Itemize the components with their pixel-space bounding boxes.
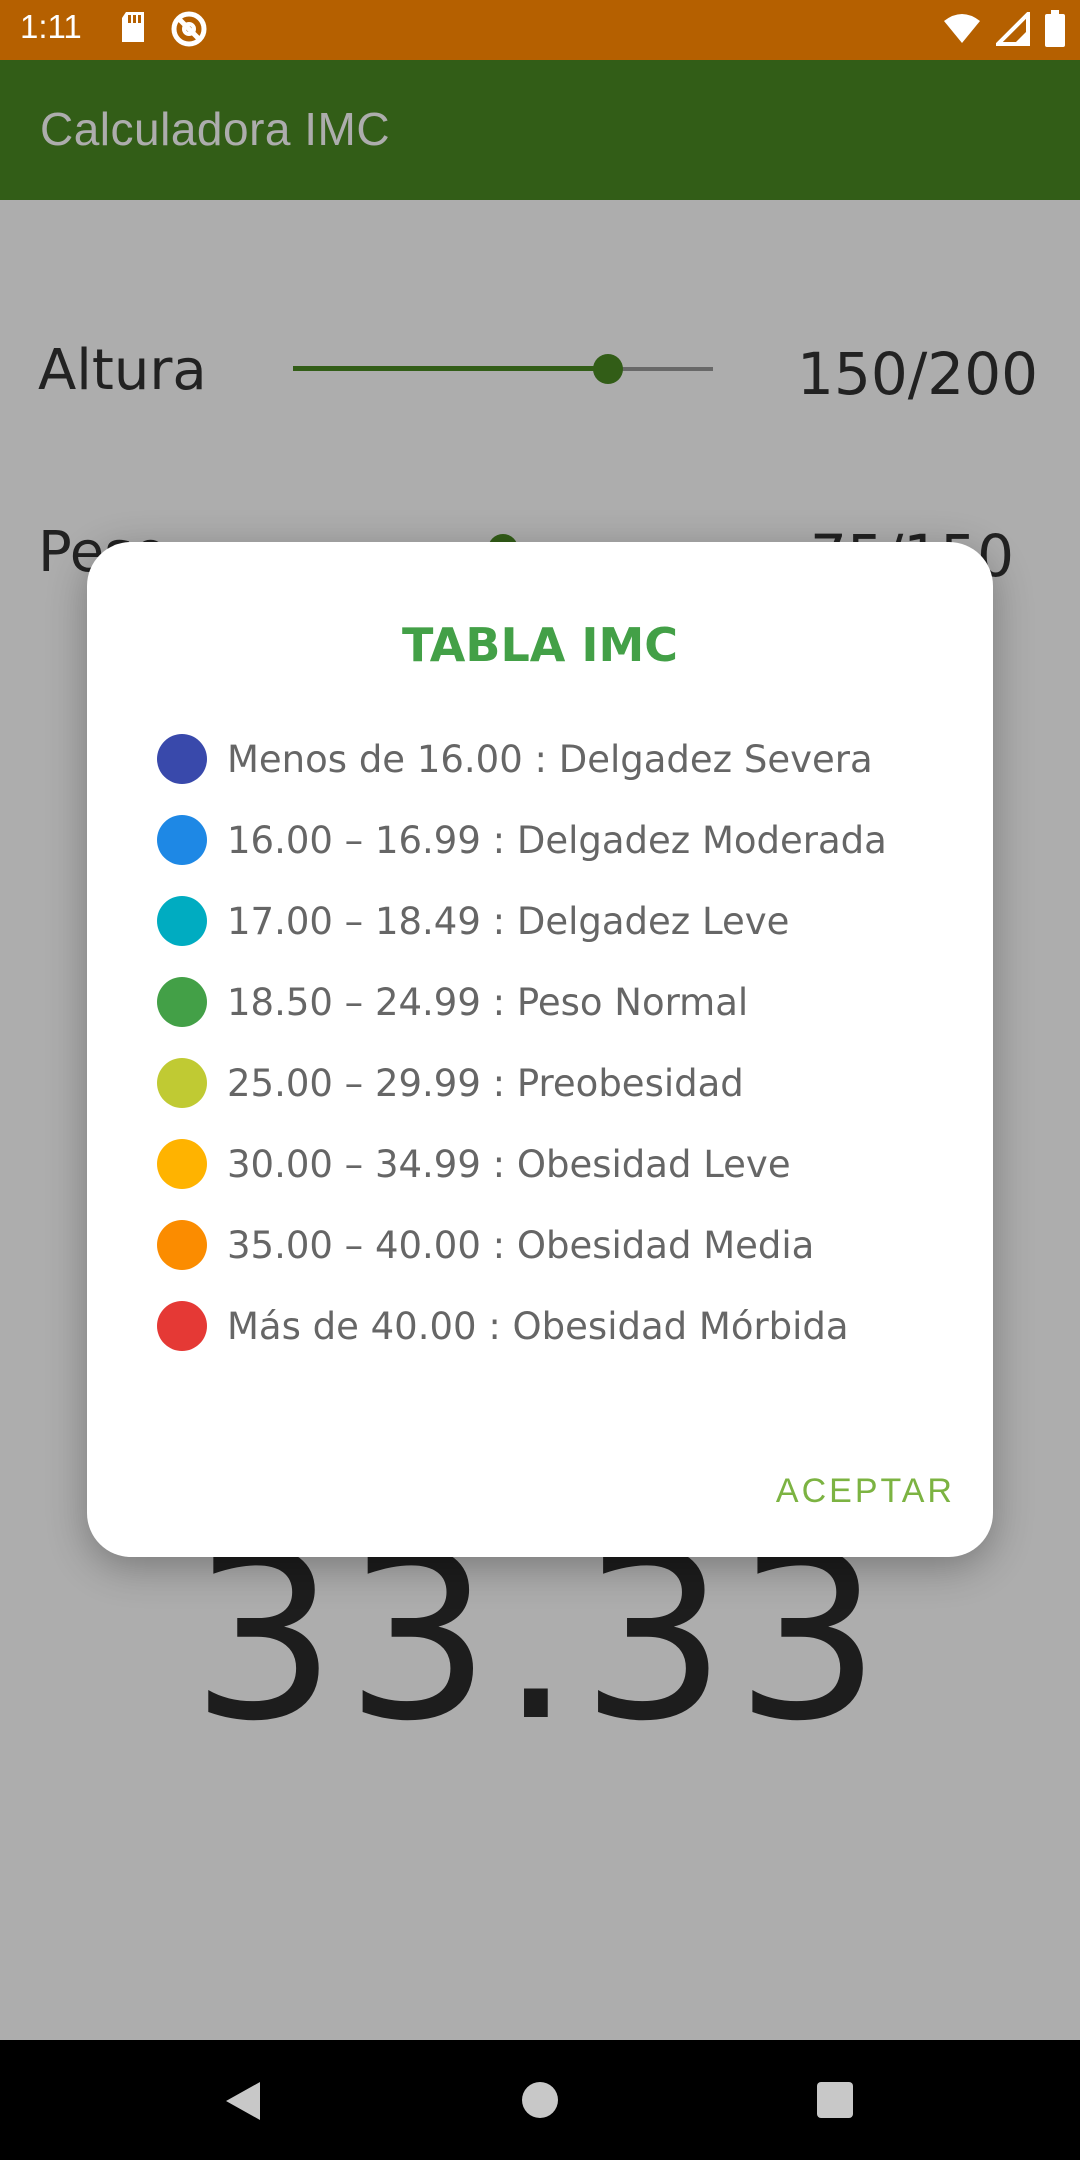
signal-icon bbox=[993, 9, 1030, 50]
home-icon[interactable] bbox=[522, 2082, 558, 2118]
imc-row: Menos de 16.00 : Delgadez Severa bbox=[157, 734, 873, 784]
imc-row-text: 35.00 – 40.00 : Obesidad Media bbox=[227, 1223, 815, 1267]
imc-row-text: 18.50 – 24.99 : Peso Normal bbox=[227, 980, 749, 1024]
imc-row-text: 25.00 – 29.99 : Preobesidad bbox=[227, 1061, 744, 1105]
color-dot bbox=[157, 1058, 207, 1108]
wifi-icon bbox=[942, 13, 982, 49]
imc-row: Más de 40.00 : Obesidad Mórbida bbox=[157, 1301, 849, 1351]
imc-row: 30.00 – 34.99 : Obesidad Leve bbox=[157, 1139, 791, 1189]
imc-table-dialog: TABLA IMC Menos de 16.00 : Delgadez Seve… bbox=[87, 542, 993, 1557]
status-time: 1:11 bbox=[20, 8, 82, 45]
navigation-bar bbox=[0, 2040, 1080, 2160]
imc-row: 17.00 – 18.49 : Delgadez Leve bbox=[157, 896, 789, 946]
imc-row: 35.00 – 40.00 : Obesidad Media bbox=[157, 1220, 814, 1270]
battery-icon bbox=[1044, 10, 1066, 52]
imc-row: 25.00 – 29.99 : Preobesidad bbox=[157, 1058, 744, 1108]
color-dot bbox=[157, 815, 207, 865]
imc-row-text: Más de 40.00 : Obesidad Mórbida bbox=[227, 1304, 849, 1348]
recents-icon[interactable] bbox=[817, 2082, 853, 2118]
color-dot bbox=[157, 1139, 207, 1189]
imc-row-text: Menos de 16.00 : Delgadez Severa bbox=[227, 737, 873, 781]
imc-row-text: 16.00 – 16.99 : Delgadez Moderada bbox=[227, 818, 887, 862]
color-dot bbox=[157, 1301, 207, 1351]
sd-card-icon bbox=[118, 10, 148, 52]
color-dot bbox=[157, 734, 207, 784]
imc-row: 16.00 – 16.99 : Delgadez Moderada bbox=[157, 815, 887, 865]
status-bar: 1:11 bbox=[0, 0, 1080, 60]
dialog-title: TABLA IMC bbox=[401, 618, 679, 672]
imc-row-text: 17.00 – 18.49 : Delgadez Leve bbox=[227, 899, 790, 943]
color-dot bbox=[157, 977, 207, 1027]
do-not-disturb-icon bbox=[170, 10, 208, 52]
color-dot bbox=[157, 896, 207, 946]
color-dot bbox=[157, 1220, 207, 1270]
imc-row-text: 30.00 – 34.99 : Obesidad Leve bbox=[227, 1142, 791, 1186]
imc-row: 18.50 – 24.99 : Peso Normal bbox=[157, 977, 748, 1027]
accept-button[interactable]: ACEPTAR bbox=[776, 1472, 955, 1511]
back-icon[interactable] bbox=[222, 2078, 264, 2128]
